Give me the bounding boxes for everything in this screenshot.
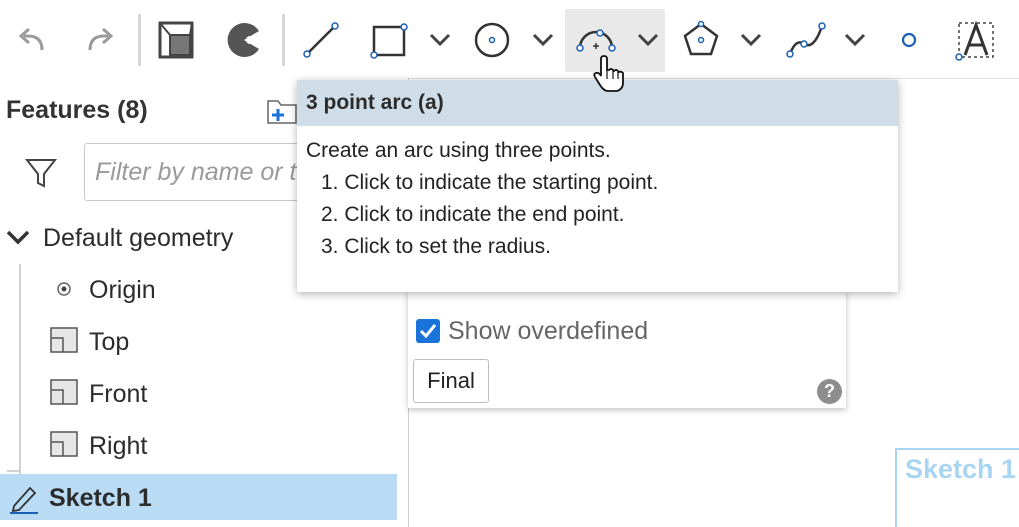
point-tool-button[interactable] [883,12,935,68]
rectangle-icon [370,23,408,59]
tree-item-label: Sketch 1 [49,484,152,512]
use-button[interactable] [151,12,203,68]
pie-icon [227,23,259,58]
circle-tool-button[interactable] [466,12,518,68]
undo-button[interactable] [6,12,58,68]
plane-icon [50,431,78,457]
hand-cursor-icon [593,55,624,92]
filter-input[interactable]: Filter by name or t [84,143,324,201]
tool-tooltip: 3 point arc (a) Create an arc using thre… [297,80,898,292]
spline-icon [786,22,826,58]
polygon-dropdown[interactable] [725,12,777,68]
circle-dropdown[interactable] [517,12,569,68]
help-icon[interactable]: ? [817,379,842,404]
origin-icon [57,282,71,296]
plane-icon [50,379,78,405]
use-icon [158,21,194,59]
toolbar-separator [138,14,141,66]
spline-tool-button[interactable] [780,12,832,68]
tooltip-step: 2. Click to indicate the end point. [321,203,625,226]
final-button[interactable]: Final [413,359,489,403]
tree-item-label: Front [89,380,148,408]
undo-icon [18,27,44,51]
features-title: Features (8) [6,96,148,124]
toolbar-separator [282,14,285,66]
show-overdefined-label: Show overdefined [448,317,649,345]
add-folder-icon[interactable] [266,97,298,132]
chevron-down-icon [637,33,659,47]
tree-item-label: Origin [89,276,156,304]
sketch-canvas-label[interactable]: Sketch 1 [895,448,1019,527]
tree-line [7,470,21,472]
rectangle-dropdown[interactable] [414,12,466,68]
chevron-down-icon [532,33,554,47]
group-label: Default geometry [43,224,234,252]
polygon-icon [683,20,719,56]
convert-button[interactable] [218,12,270,68]
checkmark-icon [419,324,437,339]
redo-button[interactable] [74,12,126,68]
text-tool-button[interactable] [950,12,1002,68]
tree-item-label: Right [89,432,148,460]
chevron-down-icon [6,230,30,245]
pencil-icon [10,486,38,514]
tree-item-label: Top [89,328,130,356]
tooltip-step: 1. Click to indicate the starting point. [321,171,659,194]
point-icon [901,32,917,48]
filter-icon[interactable] [24,156,58,195]
redo-icon [88,27,114,51]
polygon-tool-button[interactable] [675,12,727,68]
show-overdefined-checkbox[interactable] [416,319,440,343]
line-tool-button[interactable] [295,12,347,68]
text-icon [955,20,994,61]
chevron-down-icon [429,33,451,47]
tooltip-description: Create an arc using three points. [306,139,611,162]
chevron-down-icon [740,33,762,47]
plane-icon [50,327,78,353]
rectangle-tool-button[interactable] [363,12,415,68]
circle-icon [474,22,510,58]
spline-dropdown[interactable] [829,12,881,68]
arc-dropdown[interactable] [622,12,674,68]
tree-line [19,264,21,474]
tooltip-step: 3. Click to set the radius. [321,235,551,258]
sketch-toolbar [0,0,1019,79]
line-icon [303,22,339,58]
chevron-down-icon [844,33,866,47]
